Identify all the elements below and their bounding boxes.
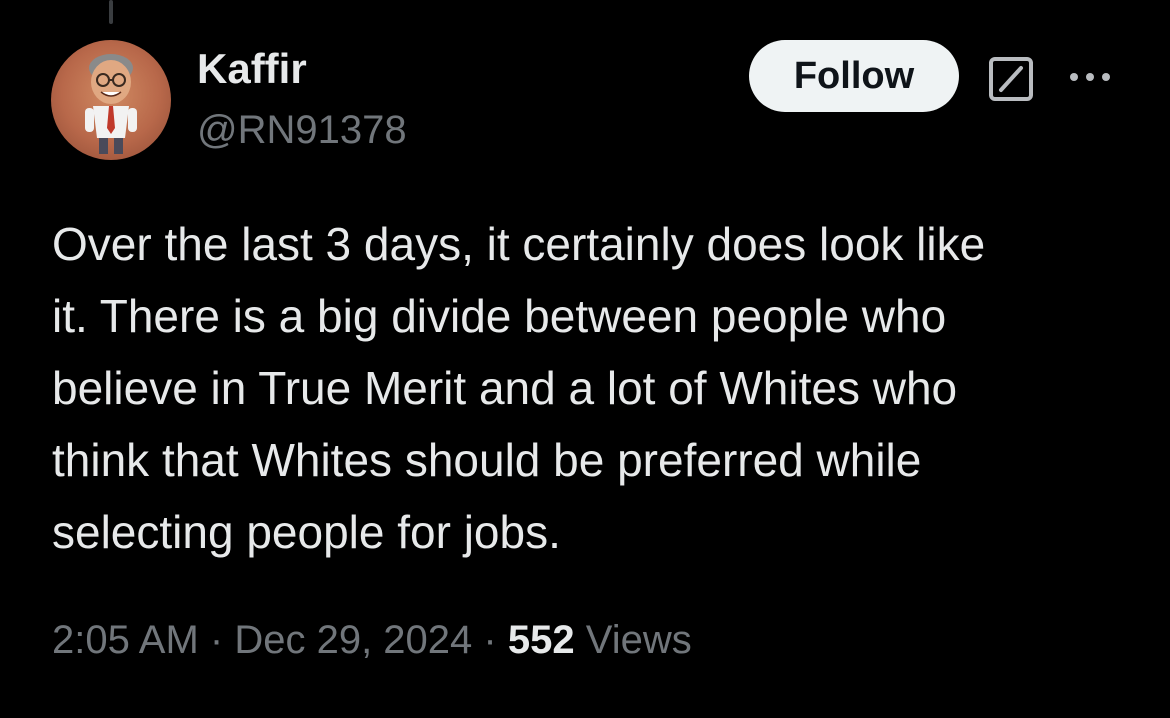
views-count: 552 [507,618,575,662]
meta-separator: · [483,618,497,662]
avatar-figure-icon [85,54,137,154]
thread-connector-line [109,0,113,24]
tweet-time[interactable]: 2:05 AM [52,618,199,662]
avatar[interactable] [51,40,171,160]
more-icon[interactable] [1066,62,1114,92]
tweet-metadata: 2:05 AM · Dec 29, 2024 · 552 Views [52,612,692,668]
grok-icon[interactable] [988,56,1034,102]
tweet-date[interactable]: Dec 29, 2024 [234,618,472,662]
meta-separator: · [209,618,224,662]
user-handle[interactable]: @RN91378 [197,106,407,154]
views-label: Views [585,618,692,662]
display-name[interactable]: Kaffir [197,44,307,94]
follow-button[interactable]: Follow [749,40,959,112]
tweet-text: Over the last 3 days, it certainly does … [52,218,986,558]
